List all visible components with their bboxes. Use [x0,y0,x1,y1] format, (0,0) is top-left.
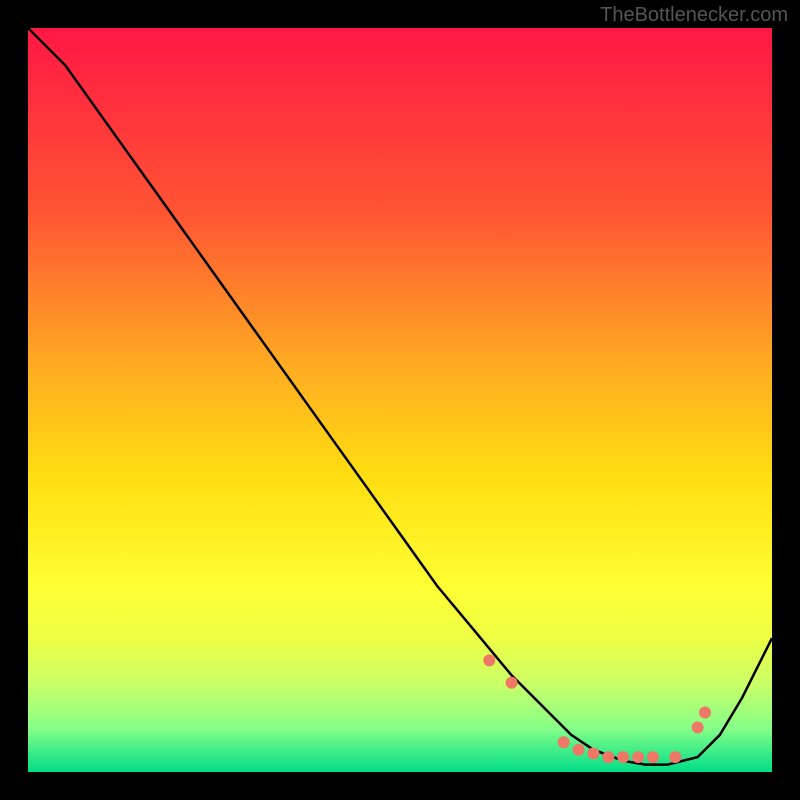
bottleneck-curve [28,28,772,765]
data-marker [617,751,629,763]
data-marker [506,677,518,689]
data-marker [602,751,614,763]
data-marker [692,721,704,733]
data-marker [632,751,644,763]
data-marker [558,736,570,748]
data-marker [669,751,681,763]
data-marker [587,747,599,759]
watermark-text: TheBottlenecker.com [600,4,788,27]
data-marker [699,707,711,719]
chart-area [28,28,772,772]
chart-line-layer [28,28,772,772]
data-marker [647,751,659,763]
data-markers [483,654,711,763]
data-marker [573,744,585,756]
data-marker [483,654,495,666]
